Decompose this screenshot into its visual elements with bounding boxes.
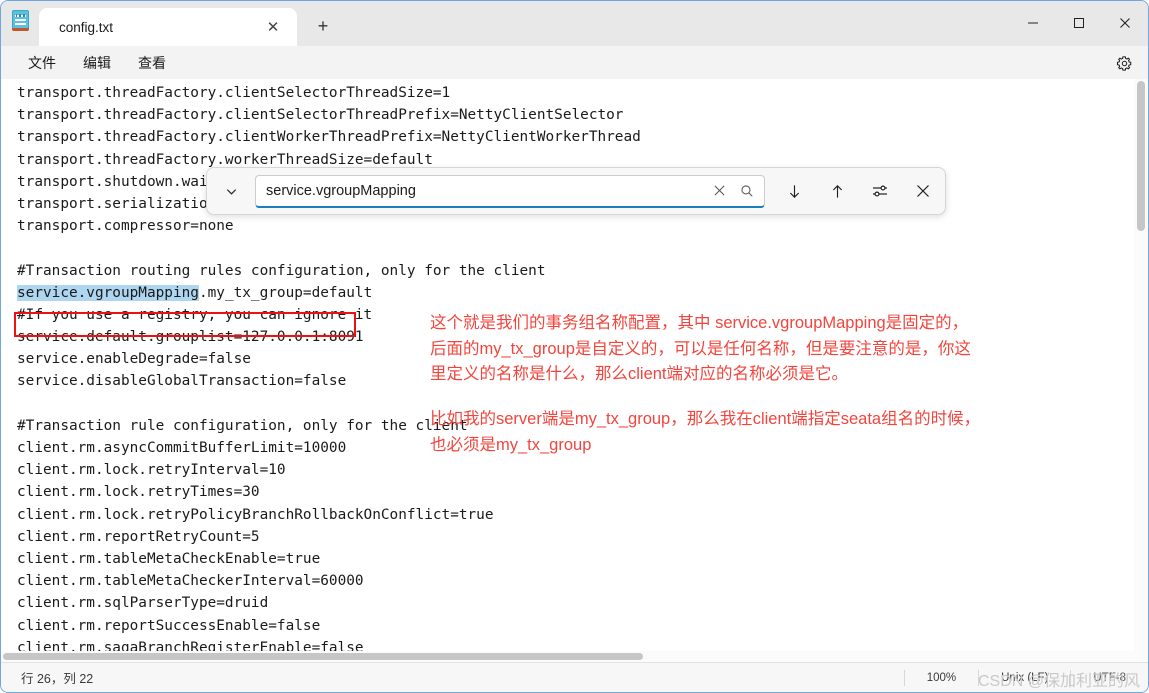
editor-line: transport.threadFactory.clientSelectorTh… bbox=[17, 107, 624, 124]
menu-item-edit[interactable]: 编辑 bbox=[72, 49, 122, 77]
search-input[interactable] bbox=[266, 175, 706, 206]
title-bar: config.txt ✕ + bbox=[1, 1, 1148, 46]
editor-line: transport.threadFactory.clientSelectorTh… bbox=[17, 85, 451, 101]
find-actions bbox=[779, 176, 938, 206]
cursor-position: 行 26，列 22 bbox=[21, 672, 94, 686]
annotation-vgroup-mapping: 这个就是我们的事务组名称配置，其中 service.vgroupMapping是… bbox=[430, 314, 971, 383]
zoom-level[interactable]: 100% bbox=[903, 669, 978, 686]
editor-line: #Transaction routing rules configuration… bbox=[17, 262, 546, 279]
menu-item-file[interactable]: 文件 bbox=[17, 49, 67, 77]
annotation-server-client: 比如我的server端是my_tx_group，那么我在client端指定sea… bbox=[430, 410, 981, 454]
gear-icon[interactable] bbox=[1110, 50, 1138, 76]
editor-line: service.vgroupMapping.my_tx_group=defaul… bbox=[17, 282, 1148, 304]
editor-line: client.rm.tableMetaCheckEnable=true bbox=[17, 550, 321, 567]
search-input-wrapper[interactable] bbox=[255, 174, 765, 208]
arrow-down-icon[interactable] bbox=[779, 176, 809, 206]
tab-config-txt[interactable]: config.txt ✕ bbox=[39, 8, 297, 46]
notepad-icon bbox=[11, 10, 29, 31]
horizontal-scrollbar[interactable] bbox=[1, 651, 1134, 662]
menu-bar: 文件 编辑 查看 bbox=[1, 46, 1148, 79]
editor-line: client.rm.sqlParserType=druid bbox=[17, 595, 269, 612]
encoding[interactable]: UTF-8 bbox=[1070, 669, 1148, 686]
notepad-icon-rings bbox=[15, 14, 25, 17]
new-tab-button[interactable]: + bbox=[306, 9, 340, 43]
text-editor[interactable]: transport.threadFactory.clientSelectorTh… bbox=[1, 79, 1148, 662]
window-controls bbox=[1010, 1, 1148, 45]
minimize-button[interactable] bbox=[1010, 1, 1056, 45]
app-icon-container bbox=[1, 1, 39, 46]
close-find-bar-icon[interactable] bbox=[908, 176, 938, 206]
editor-line: client.rm.lock.retryTimes=30 bbox=[17, 484, 260, 501]
vertical-scrollbar[interactable] bbox=[1134, 79, 1148, 662]
line-ending[interactable]: Unix (LF) bbox=[978, 669, 1070, 686]
editor-line: client.rm.tableMetaCheckerInterval=60000 bbox=[17, 573, 364, 590]
horizontal-scrollbar-thumb[interactable] bbox=[3, 653, 643, 660]
status-right-group: 100% Unix (LF) UTF-8 bbox=[903, 663, 1148, 692]
maximize-button[interactable] bbox=[1056, 1, 1102, 45]
menu-item-view[interactable]: 查看 bbox=[127, 49, 177, 77]
selected-text: service.vgroupMapping bbox=[17, 284, 199, 301]
editor-line: client.rm.reportSuccessEnable=false bbox=[17, 617, 321, 634]
chevron-down-icon[interactable] bbox=[207, 168, 255, 214]
clear-search-icon[interactable] bbox=[706, 177, 733, 204]
editor-line: client.rm.lock.retryInterval=10 bbox=[17, 462, 286, 479]
arrow-up-icon[interactable] bbox=[822, 176, 852, 206]
sliders-icon[interactable] bbox=[865, 176, 895, 206]
vertical-scrollbar-thumb[interactable] bbox=[1137, 81, 1145, 231]
editor-line: client.rm.lock.retryPolicyBranchRollback… bbox=[17, 506, 494, 523]
tab-label: config.txt bbox=[59, 19, 114, 35]
status-bar: 行 26，列 22 100% Unix (LF) UTF-8 CSDN @保加利… bbox=[1, 662, 1148, 692]
line-remainder: .my_tx_group=default bbox=[198, 284, 373, 301]
search-icon[interactable] bbox=[733, 177, 760, 204]
editor-line: transport.compressor=none bbox=[17, 218, 234, 235]
editor-line: client.rm.reportRetryCount=5 bbox=[17, 528, 260, 545]
tab-close-icon[interactable]: ✕ bbox=[259, 13, 287, 41]
editor-line: transport.threadFactory.clientWorkerThre… bbox=[17, 129, 641, 146]
find-bar bbox=[206, 167, 946, 215]
notepad-window: config.txt ✕ + 文件 编辑 查看 transport.thread… bbox=[0, 0, 1149, 693]
close-button[interactable] bbox=[1102, 1, 1148, 45]
